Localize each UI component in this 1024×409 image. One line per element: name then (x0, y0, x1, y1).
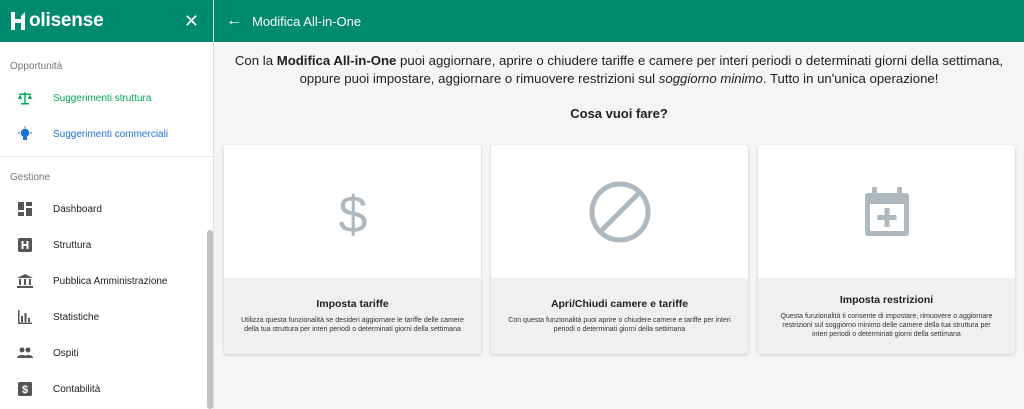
svg-text:$: $ (338, 186, 367, 240)
arrow-left-icon[interactable]: ← (226, 12, 242, 30)
card-description: Con questa funzionalità puoi aprire o ch… (508, 317, 731, 333)
card-description: Utilizza questa funzionalità se desideri… (241, 317, 464, 333)
calendar-plus-icon (864, 186, 909, 236)
sidebar-scrollbar[interactable] (207, 230, 213, 409)
lightbulb-icon (17, 126, 33, 142)
card-imposta-tariffe[interactable]: $ Imposta tariffe Utilizza questa funzio… (224, 145, 481, 354)
intro-prefix: Con la (234, 53, 277, 68)
card-icon-area: $ (224, 145, 481, 278)
block-icon (589, 181, 650, 242)
section-label-opportunita: Opportunità (10, 60, 63, 72)
card-footer: Apri/Chiudi camere e tariffe Con questa … (491, 278, 748, 354)
bar-chart-icon (17, 309, 33, 325)
sidebar-item-suggerimenti-commerciali[interactable]: Suggerimenti commerciali (0, 116, 213, 152)
card-footer: Imposta tariffe Utilizza questa funziona… (224, 278, 481, 354)
dashboard-icon (17, 201, 33, 217)
card-description: Questa funzionalità ti consente di impos… (780, 312, 993, 338)
page-title: Modifica All-in-One (252, 13, 362, 29)
top-bar: ← Modifica All-in-One (214, 0, 1024, 42)
institution-icon (17, 273, 33, 289)
balance-scale-icon (17, 90, 33, 106)
people-icon (17, 345, 33, 361)
card-imposta-restrizioni[interactable]: Imposta restrizioni Questa funzionalità … (758, 145, 1015, 354)
sidebar-item-contabilita[interactable]: $ Contabilità (0, 371, 213, 407)
sidebar-item-label: Suggerimenti commerciali (53, 128, 169, 140)
dollar-icon: $ (17, 381, 33, 397)
dollar-icon: $ (338, 186, 367, 240)
card-title: Imposta restrizioni (839, 293, 934, 306)
brand-name: olisense (29, 10, 104, 31)
hotel-icon (17, 237, 33, 253)
intro-bold: Modifica All-in-One (276, 53, 397, 68)
sidebar-item-pubblica-amministrazione[interactable]: Pubblica Amministrazione (0, 263, 213, 299)
sidebar-divider (0, 156, 213, 157)
logo[interactable]: olisense (10, 10, 104, 32)
sidebar-item-label: Suggerimenti struttura (53, 92, 152, 104)
intro-suffix: . Tutto in un'unica operazione! (762, 71, 939, 86)
logo-h-icon (11, 12, 25, 30)
intro-text: Con la Modifica All-in-One puoi aggiorna… (214, 52, 1024, 88)
card-icon-area (758, 145, 1015, 278)
card-icon-area (491, 145, 748, 278)
sidebar: olisense ✕ Opportunità Suggerimenti stru… (0, 0, 214, 409)
sidebar-item-label: Struttura (53, 239, 92, 251)
question-heading: Cosa vuoi fare? (570, 106, 668, 121)
sidebar-item-dashboard[interactable]: Dashboard (0, 191, 213, 227)
sidebar-item-label: Pubblica Amministrazione (53, 275, 168, 287)
section-label-gestione: Gestione (10, 171, 51, 183)
sidebar-item-label: Statistiche (53, 311, 100, 323)
close-icon[interactable]: ✕ (184, 12, 199, 30)
sidebar-header: olisense ✕ (0, 0, 213, 42)
sidebar-item-statistiche[interactable]: Statistiche (0, 299, 213, 335)
sidebar-item-label: Contabilità (53, 383, 101, 395)
card-title: Apri/Chiudi camere e tariffe (550, 298, 689, 310)
card-apri-chiudi[interactable]: Apri/Chiudi camere e tariffe Con questa … (491, 145, 748, 354)
sidebar-item-label: Dashboard (53, 203, 102, 215)
sidebar-item-label: Ospiti (53, 347, 79, 359)
main-content: Con la Modifica All-in-One puoi aggiorna… (214, 42, 1024, 409)
sidebar-item-suggerimenti-struttura[interactable]: Suggerimenti struttura (0, 80, 213, 116)
card-title: Imposta tariffe (316, 298, 389, 310)
sidebar-item-struttura[interactable]: Struttura (0, 227, 213, 263)
sidebar-item-ospiti[interactable]: Ospiti (0, 335, 213, 371)
card-footer: Imposta restrizioni Questa funzionalità … (758, 278, 1015, 354)
svg-text:$: $ (22, 384, 28, 396)
intro-italic: soggiorno minimo (658, 71, 763, 86)
